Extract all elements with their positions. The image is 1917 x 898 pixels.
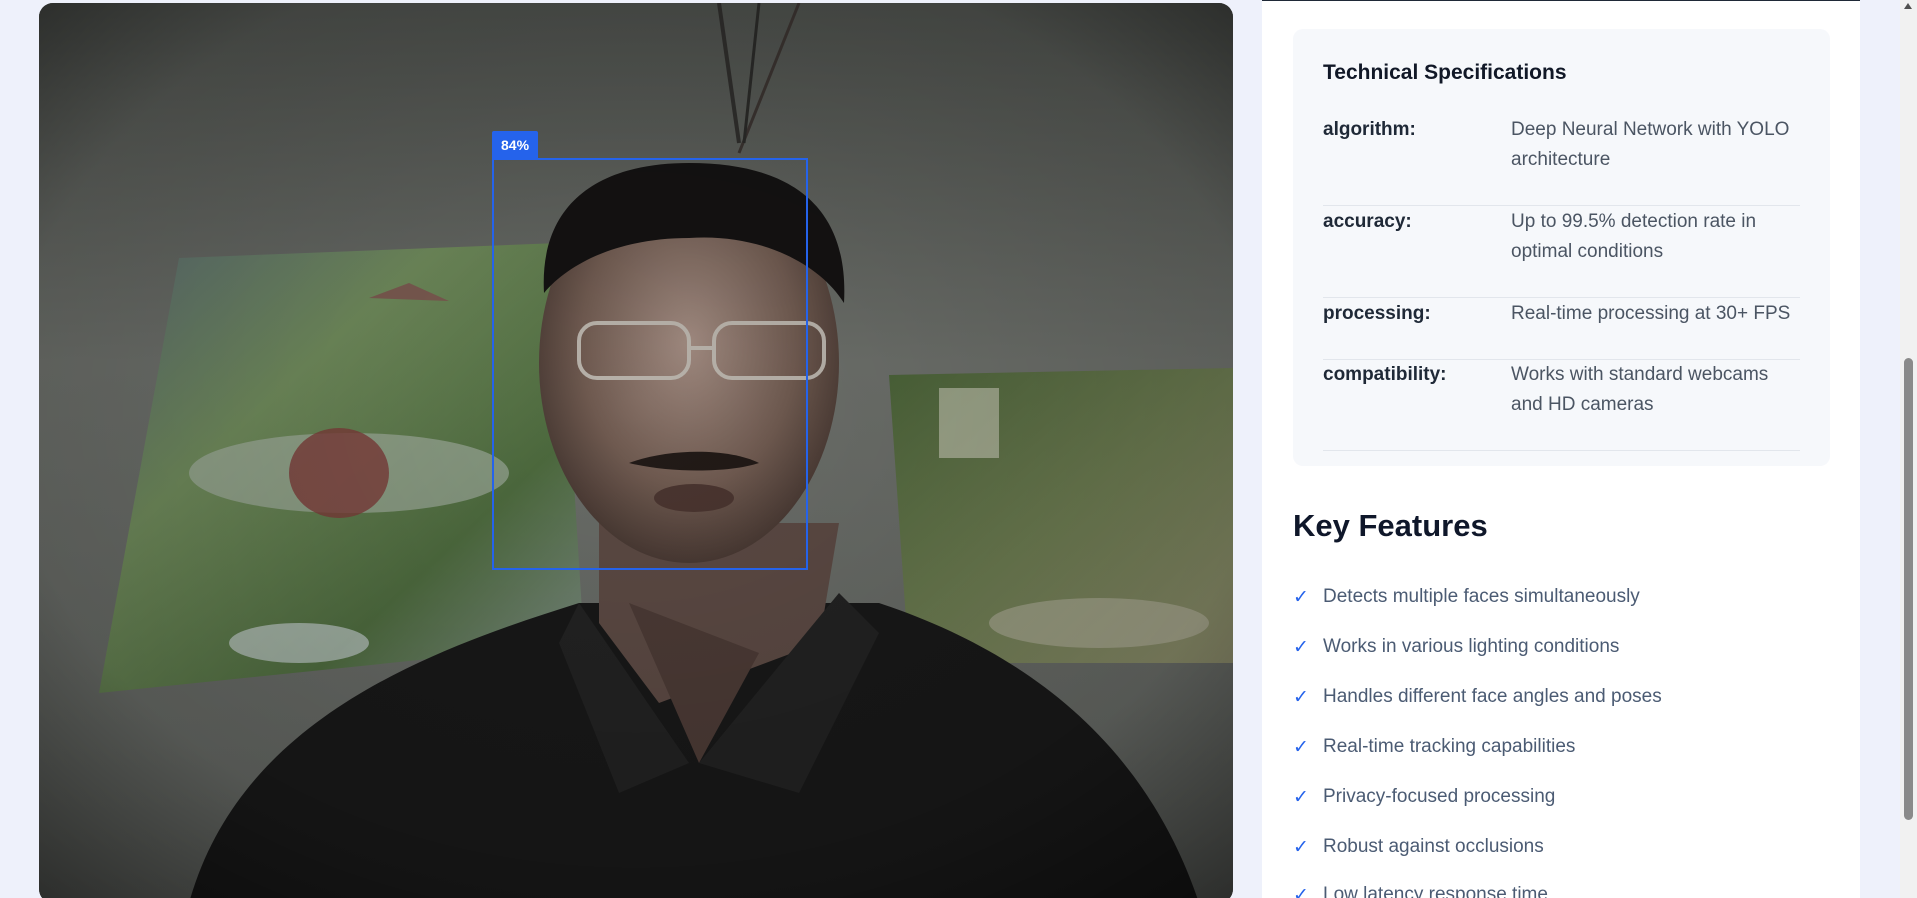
feature-item: ✓ Privacy-focused processing <box>1293 782 1813 812</box>
specs-title: Technical Specifications <box>1323 61 1567 84</box>
spec-row-algorithm: algorithm: Deep Neural Network with YOLO… <box>1323 115 1800 206</box>
spec-value: Works with standard webcams and HD camer… <box>1511 364 1769 415</box>
spec-row-compatibility: compatibility: Works with standard webca… <box>1323 360 1800 451</box>
feature-text: Works in various lighting conditions <box>1323 636 1620 657</box>
feature-item: ✓ Real-time tracking capabilities <box>1293 732 1813 762</box>
check-icon: ✓ <box>1293 786 1309 808</box>
spec-row-processing: processing: Real-time processing at 30+ … <box>1323 299 1800 360</box>
scrollbar-thumb[interactable] <box>1904 358 1913 820</box>
vertical-scrollbar[interactable] <box>1900 0 1917 898</box>
feature-item: ✓ Detects multiple faces simultaneously <box>1293 582 1813 612</box>
spec-key: processing: <box>1323 303 1431 324</box>
feature-text: Privacy-focused processing <box>1323 786 1556 807</box>
feature-item: ✓ Handles different face angles and pose… <box>1293 682 1813 712</box>
feature-text: Detects multiple faces simultaneously <box>1323 586 1640 607</box>
feature-item: ✓ Low latency response time <box>1293 880 1813 898</box>
features-title: Key Features <box>1293 508 1488 543</box>
feature-text: Low latency response time <box>1323 884 1548 898</box>
check-icon: ✓ <box>1293 636 1309 658</box>
spec-value: Real-time processing at 30+ FPS <box>1511 303 1791 324</box>
spec-row-accuracy: accuracy: Up to 99.5% detection rate in … <box>1323 207 1800 298</box>
spec-key: accuracy: <box>1323 211 1412 232</box>
chevron-up-icon[interactable] <box>1904 3 1912 9</box>
check-icon: ✓ <box>1293 736 1309 758</box>
spec-key: compatibility: <box>1323 364 1447 385</box>
spec-value: Up to 99.5% detection rate in optimal co… <box>1511 211 1757 262</box>
check-icon: ✓ <box>1293 586 1309 608</box>
feature-item: ✓ Works in various lighting conditions <box>1293 632 1813 662</box>
spec-value: Deep Neural Network with YOLO architectu… <box>1511 119 1790 170</box>
check-icon: ✓ <box>1293 686 1309 708</box>
tech-specs-card: Technical Specifications algorithm: Deep… <box>1293 29 1830 466</box>
page: 84% Technical Specifications algorithm: … <box>0 0 1917 898</box>
check-icon: ✓ <box>1293 884 1309 898</box>
check-icon: ✓ <box>1293 836 1309 858</box>
face-detection-box <box>492 158 808 570</box>
feature-text: Robust against occlusions <box>1323 836 1544 857</box>
feature-item: ✓ Robust against occlusions <box>1293 832 1813 862</box>
confidence-badge: 84% <box>492 131 539 159</box>
spec-key: algorithm: <box>1323 119 1416 140</box>
top-border <box>1262 0 1860 1</box>
feature-text: Real-time tracking capabilities <box>1323 736 1576 757</box>
feature-text: Handles different face angles and poses <box>1323 686 1662 707</box>
